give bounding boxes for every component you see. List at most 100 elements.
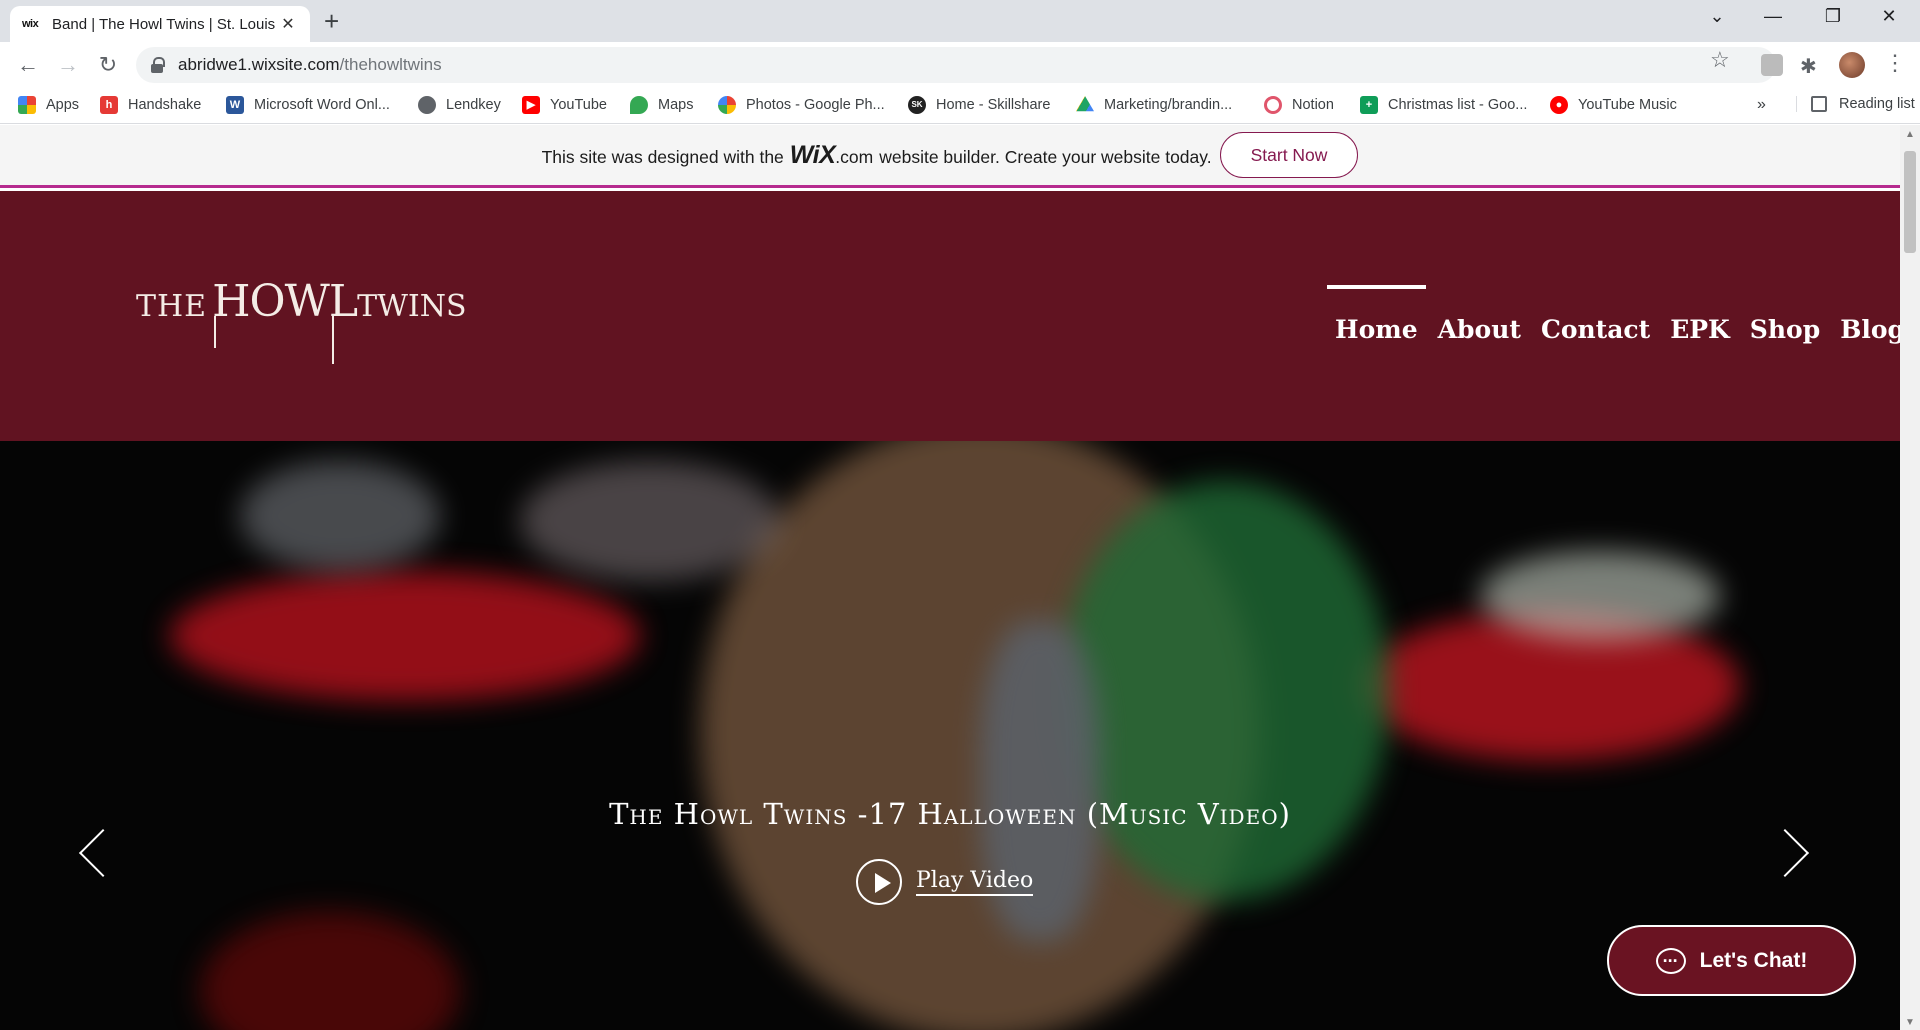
extension-icon[interactable] — [1761, 54, 1783, 76]
previous-slide-icon[interactable] — [78, 828, 128, 878]
bookmark-notion[interactable]: Notion — [1264, 96, 1334, 114]
chat-bubble-icon — [1655, 946, 1686, 974]
logo-drip — [332, 316, 334, 364]
video-title: The Howl Twins -17 Halloween (Music Vide… — [609, 797, 1291, 831]
more-bookmarks-icon[interactable]: » — [1757, 96, 1766, 114]
hero-bg — [1060, 481, 1390, 901]
bookmarks-bar: Apps h Handshake W Microsoft Word Onl...… — [0, 88, 1920, 124]
close-window-icon[interactable]: ✕ — [1866, 6, 1912, 27]
site-header: THE HOWLTWINS Home About Contact EPK Sho… — [0, 191, 1900, 441]
browser-toolbar: ← → ↻ abridwe1.wixsite.com/thehowltwins … — [0, 42, 1920, 88]
logo-drip — [214, 316, 216, 348]
chat-label: Let's Chat! — [1699, 948, 1808, 972]
minimize-icon[interactable]: — — [1750, 6, 1796, 27]
bookmark-skillshare[interactable]: SK Home - Skillshare — [908, 96, 1050, 114]
reading-list-icon — [1811, 96, 1827, 112]
bookmark-christmas-list[interactable]: + Christmas list - Goo... — [1360, 96, 1527, 114]
bookmark-lendkey[interactable]: Lendkey — [418, 96, 501, 114]
hero-bg — [200, 911, 460, 1030]
next-slide-icon[interactable] — [1760, 828, 1810, 878]
new-tab-icon[interactable]: + — [324, 6, 339, 37]
hero-bg — [240, 461, 440, 571]
photos-icon — [718, 96, 736, 114]
bookmark-youtube[interactable]: ▶ YouTube — [522, 96, 607, 114]
nav-blog[interactable]: Blog — [1840, 315, 1900, 344]
nav-shop[interactable]: Shop — [1750, 315, 1820, 344]
apps-grid-icon — [18, 96, 36, 114]
sheets-icon: + — [1360, 96, 1378, 114]
restore-icon[interactable]: ❐ — [1810, 6, 1856, 27]
address-bar[interactable]: abridwe1.wixsite.com/thehowltwins — [136, 47, 1776, 83]
tab-title: Band | The Howl Twins | St. Louis — [52, 15, 276, 33]
main-nav: Home About Contact EPK Shop Blog — [1327, 285, 1900, 344]
browser-menu-icon[interactable]: ⋮ — [1884, 50, 1906, 76]
bookmark-label: Christmas list - Goo... — [1388, 97, 1528, 113]
skillshare-icon: SK — [908, 96, 926, 114]
youtube-music-icon: ● — [1550, 96, 1568, 114]
reading-list-label: Reading list — [1839, 96, 1915, 112]
bookmark-youtube-music[interactable]: ● YouTube Music — [1550, 96, 1677, 114]
wix-logo: WiX.com — [789, 140, 874, 169]
wix-banner-text: This site was designed with the WiX.com … — [542, 141, 1212, 170]
bookmark-maps[interactable]: Maps — [630, 96, 693, 114]
nav-home[interactable]: Home — [1327, 285, 1426, 344]
drive-icon — [1076, 96, 1094, 112]
nav-about[interactable]: About — [1438, 315, 1521, 344]
reload-icon[interactable]: ↻ — [94, 52, 122, 78]
notion-icon — [1264, 96, 1282, 114]
word-icon: W — [226, 96, 244, 114]
nav-contact[interactable]: Contact — [1541, 315, 1650, 344]
web-page: This site was designed with the WiX.com … — [0, 125, 1900, 1030]
play-video-label: Play Video — [916, 868, 1034, 896]
browser-tab[interactable]: wix Band | The Howl Twins | St. Louis ✕ — [10, 6, 310, 42]
hero-bg — [1480, 551, 1720, 641]
tab-search-icon[interactable]: ⌄ — [1694, 6, 1740, 27]
bookmark-label: Maps — [658, 97, 694, 113]
logo-the: THE — [136, 289, 208, 324]
youtube-icon: ▶ — [522, 96, 540, 114]
play-icon — [856, 859, 902, 905]
wix-banner-text-after: website builder. Create your website tod… — [879, 146, 1212, 167]
bookmark-handshake[interactable]: h Handshake — [100, 96, 201, 114]
back-icon[interactable]: ← — [14, 52, 42, 78]
extensions-puzzle-icon[interactable]: ✱ — [1800, 54, 1822, 78]
wix-favicon-icon: wix — [22, 18, 39, 30]
bookmark-star-icon[interactable]: ☆ — [1710, 47, 1730, 73]
close-tab-icon[interactable]: ✕ — [278, 14, 298, 34]
scroll-down-icon[interactable]: ▼ — [1905, 1017, 1915, 1028]
scrollbar-thumb[interactable] — [1904, 151, 1916, 253]
reading-list-button[interactable]: Reading list — [1796, 96, 1915, 112]
bookmark-label: Apps — [46, 97, 80, 113]
lets-chat-button[interactable]: Let's Chat! — [1607, 925, 1856, 996]
bookmark-label: Home - Skillshare — [936, 97, 1051, 113]
hero-bg — [520, 461, 780, 581]
hero-bg — [170, 571, 640, 701]
handshake-icon: h — [100, 96, 118, 114]
bookmark-label: Microsoft Word Onl... — [254, 97, 390, 113]
bookmark-label: Handshake — [128, 97, 202, 113]
bookmark-photos[interactable]: Photos - Google Ph... — [718, 96, 885, 114]
bookmark-label: YouTube Music — [1578, 97, 1677, 113]
url-host: abridwe1.wixsite.com — [178, 55, 340, 74]
maps-icon — [630, 96, 648, 114]
lock-icon[interactable] — [150, 57, 165, 73]
bookmark-label: Photos - Google Ph... — [746, 97, 885, 113]
bookmark-label: Lendkey — [446, 97, 501, 113]
start-now-button[interactable]: Start Now — [1219, 132, 1359, 178]
site-logo[interactable]: THE HOWLTWINS — [136, 276, 467, 364]
bookmark-label: Marketing/brandin... — [1104, 97, 1233, 113]
wix-banner-text-before: This site was designed with the — [541, 146, 784, 167]
forward-icon[interactable]: → — [54, 52, 82, 78]
profile-avatar[interactable] — [1839, 52, 1865, 78]
nav-epk[interactable]: EPK — [1670, 315, 1730, 344]
scroll-up-icon[interactable]: ▲ — [1905, 129, 1915, 140]
bookmark-marketing[interactable]: Marketing/brandin... — [1076, 96, 1232, 114]
url-path: /thehowltwins — [339, 55, 442, 74]
logo-howl: HOWL — [212, 276, 358, 327]
page-scrollbar[interactable]: ▲ ▼ — [1900, 125, 1920, 1030]
bookmark-word[interactable]: W Microsoft Word Onl... — [226, 96, 390, 114]
play-video-button[interactable]: Play Video — [856, 859, 1034, 905]
globe-icon — [418, 96, 436, 114]
bookmark-apps[interactable]: Apps — [18, 96, 79, 114]
bookmark-label: YouTube — [550, 97, 607, 113]
